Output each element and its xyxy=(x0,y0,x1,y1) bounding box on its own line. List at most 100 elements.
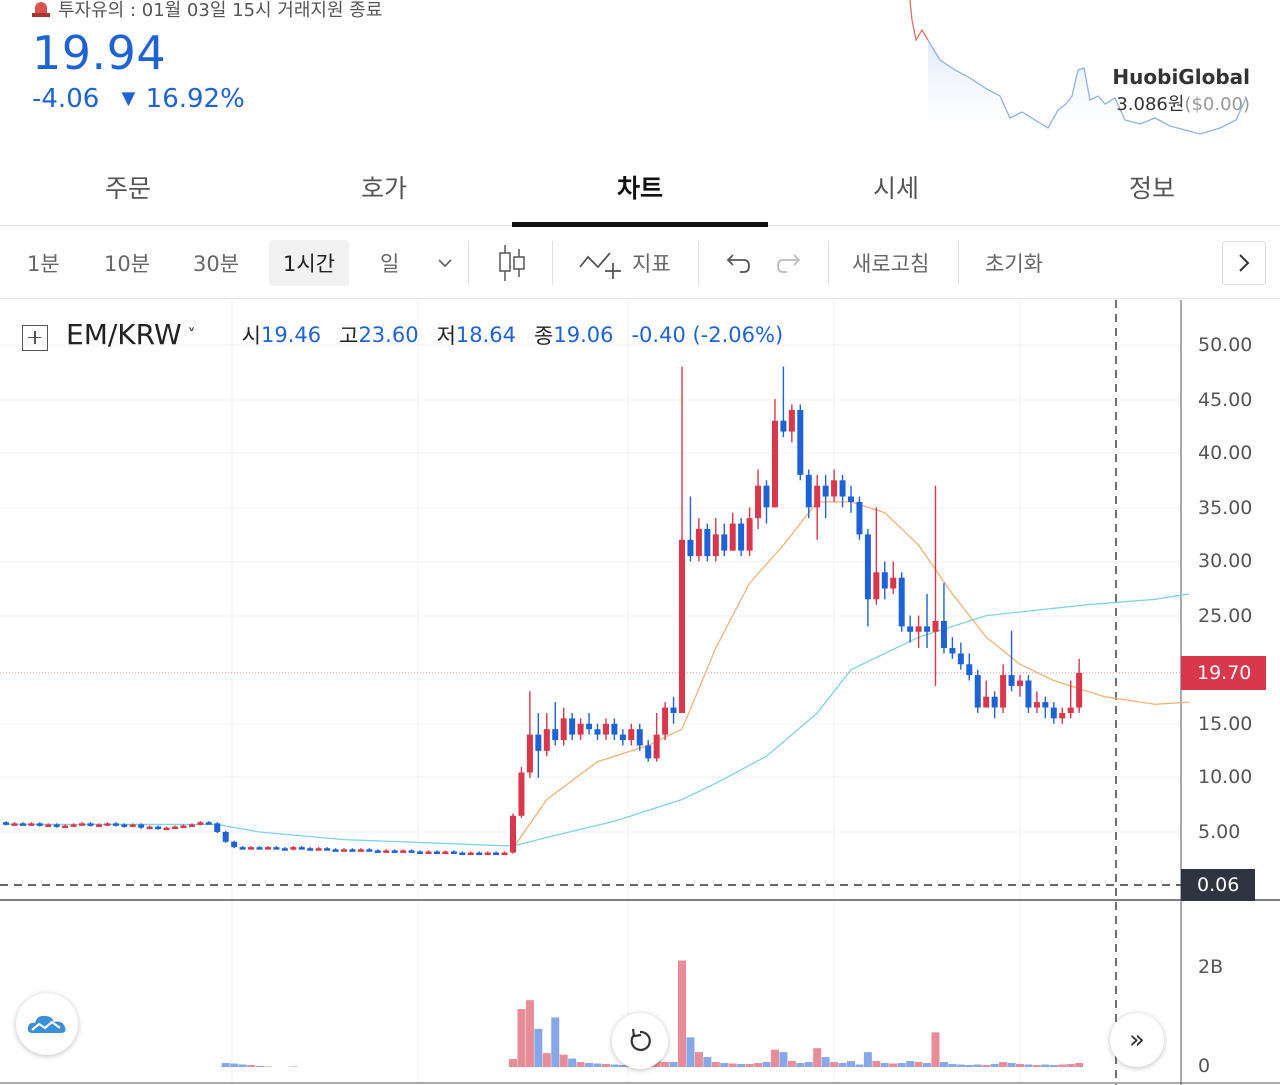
volume-bar xyxy=(711,1062,720,1067)
reset-view-button[interactable] xyxy=(612,1013,668,1069)
candle-body xyxy=(87,823,94,826)
price-tick-label: 30.00 xyxy=(1198,550,1253,572)
chart-area[interactable]: EM/KRW ˅ 시 19.46 고 23.60 저 18.64 종 19.06 -0.… xyxy=(0,300,1280,1085)
volume-bar xyxy=(509,1059,517,1067)
next-toolbar-button[interactable] xyxy=(1222,241,1266,285)
ohlc-change: -0.40 (-2.06%) xyxy=(631,322,784,347)
interval-dropdown[interactable] xyxy=(434,227,456,299)
volume-bar xyxy=(847,1061,855,1067)
interval-30min[interactable]: 30분 xyxy=(193,227,239,299)
candle-body xyxy=(890,577,897,589)
tab-chart[interactable]: 차트 xyxy=(512,148,768,227)
interval-day[interactable]: 일 xyxy=(380,227,399,299)
tab-info[interactable]: 정보 xyxy=(1024,148,1280,226)
candle-body xyxy=(788,409,795,432)
expand-plus-icon[interactable] xyxy=(22,324,48,351)
warning-notice: 투자유의 : 01월 03일 15시 거래지원 종료 xyxy=(32,0,382,22)
candle-body xyxy=(1067,707,1074,713)
candle-body xyxy=(1008,675,1015,686)
volume-bar xyxy=(830,1062,839,1067)
undo-button[interactable] xyxy=(722,227,752,299)
interval-10min[interactable]: 10분 xyxy=(104,227,150,299)
candle-body xyxy=(11,823,18,826)
candle-body xyxy=(602,723,609,735)
candle-body xyxy=(966,664,973,676)
candlestick-chart[interactable] xyxy=(0,300,1280,1085)
candle-body xyxy=(560,718,567,741)
candle-body xyxy=(1017,680,1023,686)
candle-body xyxy=(484,852,491,856)
candle-body xyxy=(848,496,854,502)
candle-body xyxy=(19,823,26,826)
candle-body xyxy=(1076,672,1083,708)
low-price-tag: 0.06 xyxy=(1181,869,1255,901)
siren-icon xyxy=(32,0,50,18)
candle-body xyxy=(417,851,424,854)
candle-body xyxy=(70,824,77,827)
volume-bar xyxy=(787,1061,796,1067)
scroll-to-latest-button[interactable]: » xyxy=(1110,1013,1164,1067)
candle-body xyxy=(121,824,128,827)
volume-bar xyxy=(762,1062,771,1067)
price-change-row: -4.06 ▼ 16.92% xyxy=(32,84,245,114)
volume-bar xyxy=(669,1062,678,1067)
volume-bar xyxy=(1066,1064,1075,1067)
candle-body xyxy=(619,734,626,741)
volume-bar xyxy=(585,1063,594,1067)
candle-body xyxy=(383,850,390,853)
volume-bar xyxy=(999,1062,1008,1067)
volume-bar xyxy=(939,1062,948,1067)
candle-body xyxy=(1059,712,1066,719)
volume-bar xyxy=(678,960,686,1067)
candle-body xyxy=(991,696,998,708)
toolbar-divider xyxy=(468,241,469,285)
candle-body xyxy=(552,729,559,741)
tradingview-logo-button[interactable] xyxy=(16,993,78,1055)
candle-body xyxy=(324,848,331,851)
candle-body xyxy=(864,534,871,600)
candle-body xyxy=(712,534,719,557)
chart-legend: EM/KRW ˅ 시 19.46 고 23.60 저 18.64 종 19.06 -0.… xyxy=(22,318,783,351)
indicator-label: 지표 xyxy=(632,252,671,276)
candle-body xyxy=(569,718,576,735)
tab-orderbook[interactable]: 호가 xyxy=(256,148,512,226)
chart-type-button[interactable] xyxy=(497,227,527,299)
volume-bar xyxy=(1041,1064,1050,1067)
redo-button[interactable] xyxy=(775,227,805,299)
candle-body xyxy=(290,847,297,850)
volume-bar xyxy=(601,1064,610,1067)
volume-bar xyxy=(754,1063,763,1067)
chart-toolbar: 1분 10분 30분 1시간 일 지표 새로고침 초기화 xyxy=(0,227,1280,299)
volume-tick-label: 0 xyxy=(1198,1055,1211,1077)
candle-body xyxy=(307,848,314,851)
reset-button[interactable]: 초기화 xyxy=(985,227,1043,299)
candle-body xyxy=(881,572,888,589)
tab-order[interactable]: 주문 xyxy=(0,148,256,226)
candle-body xyxy=(172,826,178,830)
refresh-button[interactable]: 새로고침 xyxy=(852,227,929,299)
volume-bar xyxy=(897,1063,906,1067)
price-tick-label: 45.00 xyxy=(1198,389,1253,411)
interval-1min[interactable]: 1분 xyxy=(27,227,60,299)
volume-bar xyxy=(255,1066,264,1067)
candle-body xyxy=(1025,680,1032,708)
volume-bar xyxy=(956,1064,965,1067)
candle-body xyxy=(662,707,669,735)
symbol-selector[interactable]: EM/KRW xyxy=(66,318,182,351)
toolbar-divider xyxy=(828,241,829,285)
candle-body xyxy=(1000,675,1007,708)
volume-bar xyxy=(889,1063,898,1067)
interval-1hour[interactable]: 1시간 xyxy=(269,240,350,286)
candle-body xyxy=(543,729,550,751)
candle-body xyxy=(670,707,677,713)
indicator-button[interactable]: 지표 xyxy=(578,227,671,299)
candle-body xyxy=(400,850,407,853)
candle-body xyxy=(1042,702,1049,708)
price-change-percent: 16.92% xyxy=(145,84,245,114)
candle-body xyxy=(636,729,643,746)
close-label: 종 xyxy=(534,323,554,348)
tab-market-price[interactable]: 시세 xyxy=(768,148,1024,226)
candle-body xyxy=(222,832,229,842)
chevron-down-icon[interactable]: ˅ xyxy=(188,325,196,344)
volume-bar xyxy=(230,1063,239,1067)
